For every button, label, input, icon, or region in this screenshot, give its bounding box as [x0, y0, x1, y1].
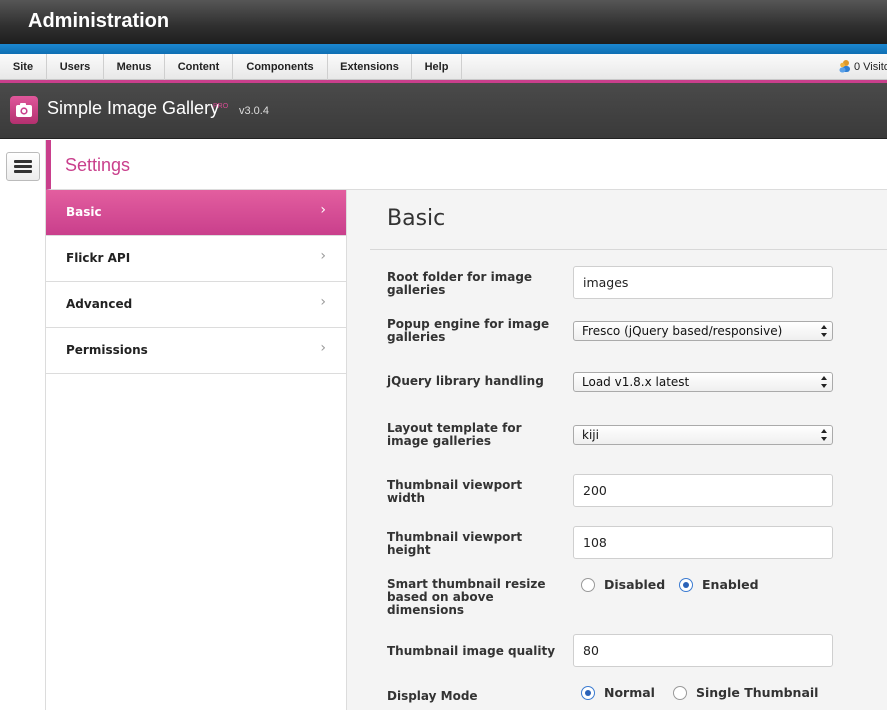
menu-item-site[interactable]: Site: [0, 54, 47, 80]
pro-badge: PRO: [213, 103, 229, 110]
smart-resize-enabled-radio[interactable]: Enabled: [679, 577, 759, 592]
display-mode-label: Display Mode: [387, 689, 478, 703]
thumb-width-input[interactable]: 200: [573, 474, 833, 507]
smart-resize-disabled-radio[interactable]: Disabled: [581, 577, 665, 592]
select-arrows-icon: [821, 429, 827, 441]
visitors-icon: [838, 57, 852, 73]
thumb-quality-input[interactable]: 80: [573, 634, 833, 667]
radio-unchecked-icon: [581, 578, 595, 592]
select-arrows-icon: [821, 376, 827, 388]
visitors-counter[interactable]: 0 Visito: [838, 54, 887, 80]
radio-checked-icon: [679, 578, 693, 592]
nav-item-label: Basic: [66, 205, 102, 219]
menu-item-menus[interactable]: Menus: [104, 54, 165, 80]
root-folder-label: Root folder for image galleries: [387, 270, 533, 297]
admin-title: Administration: [28, 10, 170, 32]
thumb-quality-label: Thumbnail image quality: [387, 644, 556, 658]
radio-label: Normal: [604, 685, 655, 700]
section-divider: [370, 249, 887, 250]
layout-template-value: kiji: [582, 428, 599, 442]
chevron-right-icon: ›: [320, 202, 326, 218]
nav-item-label: Advanced: [66, 297, 133, 311]
hamburger-icon: [14, 170, 32, 173]
menu-item-extensions[interactable]: Extensions: [328, 54, 412, 80]
root-folder-input[interactable]: images: [573, 266, 833, 299]
menu-item-help[interactable]: Help: [412, 54, 462, 80]
sidebar-strip: [0, 140, 46, 710]
sidebar-toggle-button[interactable]: [6, 152, 40, 181]
visitors-label: 0 Visito: [854, 61, 887, 73]
thumb-height-label: Thumbnail viewport height: [387, 530, 523, 557]
hamburger-icon: [14, 165, 32, 168]
radio-label: Enabled: [702, 577, 759, 592]
header-accent-strip: [0, 44, 887, 54]
select-arrows-icon: [821, 325, 827, 337]
menu-item-users[interactable]: Users: [47, 54, 104, 80]
nav-item-label: Flickr API: [66, 251, 131, 265]
popup-engine-select[interactable]: Fresco (jQuery based/responsive): [573, 321, 833, 341]
radio-label: Single Thumbnail: [696, 685, 819, 700]
display-mode-normal-radio[interactable]: Normal: [581, 685, 655, 700]
radio-label: Disabled: [604, 577, 666, 592]
layout-template-label: Layout template for image galleries: [387, 421, 522, 448]
chevron-right-icon: ›: [320, 294, 326, 310]
page-title: Settings: [65, 155, 131, 175]
component-title: Simple Image Gallery: [47, 98, 220, 118]
chevron-right-icon: ›: [320, 248, 326, 264]
jquery-handling-value: Load v1.8.x latest: [582, 375, 690, 389]
jquery-handling-select[interactable]: Load v1.8.x latest: [573, 372, 833, 392]
main-menu-bar: Site Users Menus Content Components Exte…: [0, 54, 887, 80]
settings-header: [46, 140, 887, 190]
nav-item-permissions[interactable]: Permissions ›: [46, 328, 346, 374]
nav-item-flickr-api[interactable]: Flickr API ›: [46, 236, 346, 282]
layout-template-select[interactable]: kiji: [573, 425, 833, 445]
menu-item-content[interactable]: Content: [165, 54, 233, 80]
popup-engine-value: Fresco (jQuery based/responsive): [582, 324, 783, 338]
display-mode-single-thumbnail-radio[interactable]: Single Thumbnail: [673, 685, 818, 700]
jquery-handling-label: jQuery library handling: [387, 374, 544, 388]
smart-resize-label: Smart thumbnail resize based on above di…: [387, 577, 546, 617]
hamburger-icon: [14, 160, 32, 163]
thumb-width-label: Thumbnail viewport width: [387, 478, 523, 505]
nav-item-advanced[interactable]: Advanced ›: [46, 282, 346, 328]
component-version: v3.0.4: [239, 105, 269, 117]
radio-unchecked-icon: [673, 686, 687, 700]
chevron-right-icon: ›: [320, 340, 326, 356]
menu-item-components[interactable]: Components: [233, 54, 328, 80]
camera-icon: [10, 96, 38, 124]
thumb-height-input[interactable]: 108: [573, 526, 833, 559]
nav-item-basic[interactable]: Basic ›: [46, 190, 346, 236]
section-title: Basic: [387, 206, 446, 231]
radio-checked-icon: [581, 686, 595, 700]
nav-item-label: Permissions: [66, 343, 148, 357]
popup-engine-label: Popup engine for image galleries: [387, 317, 550, 344]
